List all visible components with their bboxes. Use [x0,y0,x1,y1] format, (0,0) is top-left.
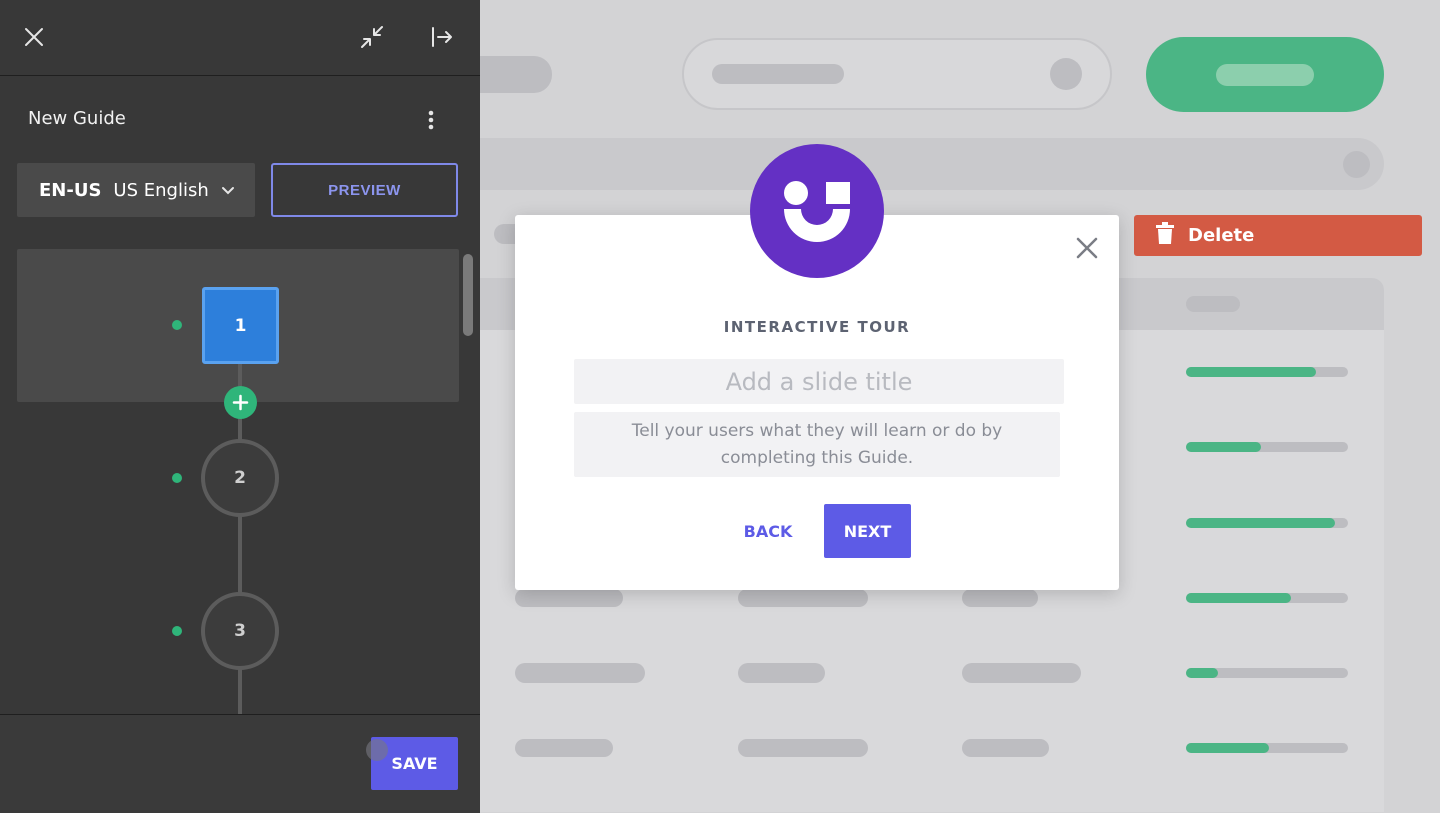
trash-icon [1156,222,1174,249]
progress-bar [1186,743,1348,753]
cell-placeholder [515,589,623,607]
slide-title-input[interactable] [574,359,1064,404]
placeholder-tab [480,56,552,93]
progress-fill [1186,518,1336,528]
steps-scrollbar[interactable] [463,254,473,336]
dock-right-icon[interactable] [430,26,454,52]
language-code: EN-US [39,179,102,201]
cell-placeholder [962,589,1038,607]
language-select[interactable]: EN-US US English [17,163,255,217]
cell-placeholder [962,739,1049,757]
back-button[interactable]: BACK [733,512,803,550]
next-button[interactable]: NEXT [824,504,911,558]
progress-bar [1186,367,1348,377]
column-header-placeholder [1186,296,1240,312]
progress-fill [1186,367,1316,377]
close-icon[interactable] [24,27,44,51]
progress-bar [1186,518,1348,528]
step-number: 3 [234,621,246,641]
cursor-indicator [366,739,388,761]
kebab-menu-icon[interactable] [420,108,442,134]
slide-description-input[interactable] [574,412,1060,477]
step-number: 2 [234,468,246,488]
step-status-dot [172,473,182,483]
brand-logo-icon [750,144,884,278]
filter-icon [1343,151,1370,178]
steps-list: 1 2 3 [0,240,480,714]
progress-bar [1186,668,1348,678]
panel-toolbar [0,0,480,76]
modal-close-icon[interactable] [1074,235,1100,261]
delete-button[interactable]: Delete [1134,215,1422,256]
step-status-dot [172,626,182,636]
plus-icon[interactable] [224,386,257,419]
primary-action-button[interactable] [1146,37,1384,112]
search-text-placeholder [712,64,844,84]
search-bar-placeholder [682,38,1112,110]
preview-button[interactable]: PREVIEW [271,163,458,217]
step-status-dot [172,320,182,330]
guide-editor-panel: New Guide EN-US US English PREVIEW 1 2 3… [0,0,480,813]
progress-fill [1186,593,1292,603]
progress-bar [1186,593,1348,603]
progress-fill [1186,442,1261,452]
cell-placeholder [962,663,1081,683]
progress-fill [1186,743,1269,753]
step-3[interactable]: 3 [201,592,279,670]
cell-placeholder [738,663,825,683]
cell-placeholder [738,589,868,607]
filter-bar-placeholder [480,138,1384,190]
step-2[interactable]: 2 [201,439,279,517]
step-number: 1 [234,315,247,336]
primary-action-label-placeholder [1216,64,1314,86]
guide-name[interactable]: New Guide [28,108,126,129]
cell-placeholder [738,739,868,757]
progress-bar [1186,442,1348,452]
cell-placeholder [515,739,613,757]
progress-fill [1186,668,1219,678]
step-1[interactable]: 1 [202,287,279,364]
delete-label: Delete [1188,225,1255,246]
chevron-down-icon [221,180,235,201]
cell-placeholder [515,663,645,683]
tour-type-label: INTERACTIVE TOUR [723,318,911,336]
language-name: US English [113,179,209,201]
collapse-icon[interactable] [360,25,384,53]
search-icon [1050,58,1082,90]
